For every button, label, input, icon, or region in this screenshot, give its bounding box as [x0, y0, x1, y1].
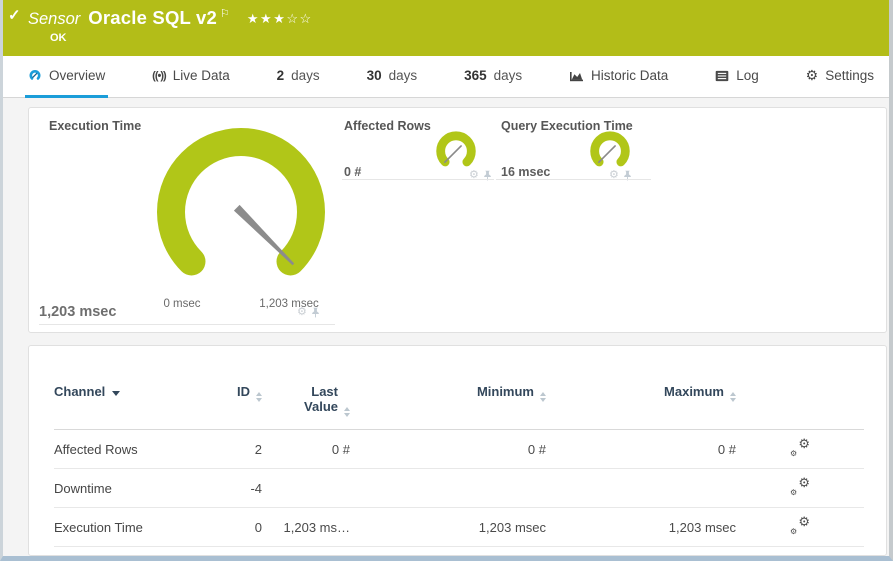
affected-rows-value: 0 #: [344, 165, 362, 179]
channel-last-value: 16 msec: [262, 546, 350, 555]
status-ok-check-icon: ✓: [8, 7, 21, 24]
status-badge: OK: [50, 32, 67, 44]
sensor-header: ✓ Sensor Oracle SQL v2 ⚐ ★★★☆☆ OK: [3, 0, 889, 56]
execution-time-gauge: [157, 128, 325, 276]
channel-name: Downtime: [54, 468, 210, 508]
table-row: Affected Rows 2 0 # 0 # 0 # ⚙ ⚙: [54, 429, 864, 469]
tab-label: days: [388, 68, 418, 83]
channel-id: -4: [210, 468, 262, 508]
sort-icon: [540, 392, 546, 402]
channel-id: 1: [210, 546, 262, 555]
channels-table: Channel ID Last Value Minimum Maximum Af…: [54, 384, 864, 555]
tab-2-days[interactable]: 2 days: [274, 56, 323, 98]
channel-id: 0: [210, 507, 262, 547]
log-icon: [715, 70, 729, 81]
column-label: Maximum: [664, 384, 724, 399]
gauge-needle: [444, 145, 462, 164]
tab-log[interactable]: Log: [712, 56, 762, 98]
channel-maximum: [546, 468, 736, 508]
tab-label: Settings: [825, 68, 874, 83]
gauge-min-label: 0 msec: [163, 298, 201, 310]
gauges-panel: Execution Time 0 msec 1,203 msec 1,203 m…: [28, 107, 887, 333]
live-data-icon: ((•)): [152, 69, 166, 82]
gauge-needle: [598, 145, 616, 164]
channel-last-value: 0 #: [262, 429, 350, 469]
gauge-title-affected-rows: Affected Rows: [344, 119, 431, 133]
tab-live-data[interactable]: ((•)) Live Data: [149, 56, 233, 98]
gauge-icon: [29, 70, 41, 80]
widget-divider: [496, 179, 651, 180]
sort-icon: [730, 392, 736, 402]
execution-time-value: 1,203 msec: [39, 304, 117, 320]
channel-maximum: 1,203 msec: [546, 507, 736, 547]
gauge-title-execution-time: Execution Time: [49, 119, 142, 133]
tab-30-days[interactable]: 30 days: [364, 56, 421, 98]
widget-divider: [342, 179, 494, 180]
widget-divider: [39, 324, 335, 325]
tab-number: 30: [366, 68, 382, 83]
column-label: Last Value: [304, 384, 338, 414]
tab-bar: Overview ((•)) Live Data 2 days 30 days …: [3, 56, 889, 98]
channel-last-value: [262, 468, 350, 508]
channel-id: 2: [210, 429, 262, 469]
historic-data-icon: [570, 71, 584, 81]
channel-minimum: 16 msec: [350, 546, 546, 555]
tab-number: 365: [464, 68, 487, 83]
channel-settings-icon[interactable]: ⚙ ⚙: [790, 436, 810, 458]
sort-icon: [344, 407, 350, 417]
column-label: Minimum: [476, 384, 534, 399]
query-execution-time-value: 16 msec: [501, 165, 551, 179]
tab-label: days: [291, 68, 320, 83]
table-header-row: Channel ID Last Value Minimum Maximum: [54, 384, 864, 430]
column-label: Channel: [54, 384, 106, 399]
tab-overview[interactable]: Overview: [25, 56, 109, 98]
column-header-last-value[interactable]: Last Value: [262, 384, 350, 430]
channel-minimum: 0 #: [350, 429, 546, 469]
sensor-title-line: Sensor Oracle SQL v2 ⚐ ★★★☆☆: [28, 7, 889, 29]
widget-gear-icon[interactable]: ⚙: [297, 307, 307, 318]
widget-actions: ⚙: [297, 307, 320, 318]
channel-settings-icon[interactable]: ⚙ ⚙: [790, 475, 810, 497]
tab-365-days[interactable]: 365 days: [461, 56, 525, 98]
column-header-settings: [736, 384, 864, 430]
column-header-id[interactable]: ID: [210, 384, 262, 430]
sensor-title: Oracle SQL v2: [88, 7, 218, 28]
column-label: ID: [237, 384, 250, 399]
tab-label: days: [493, 68, 523, 83]
gear-icon: ⚙: [805, 67, 819, 83]
channel-last-value: 1,203 ms…: [262, 507, 350, 547]
sort-icon: [256, 392, 262, 402]
table-row: Query Execution Time 1 16 msec 16 msec 1…: [54, 546, 864, 555]
channel-settings-icon[interactable]: ⚙ ⚙: [790, 514, 810, 536]
channels-panel: Channel ID Last Value Minimum Maximum Af…: [28, 345, 887, 556]
channel-name: Affected Rows: [54, 429, 210, 469]
tab-label: Overview: [49, 68, 106, 83]
tab-label: Live Data: [172, 68, 230, 83]
channel-name: Query Execution Time: [54, 546, 210, 555]
column-header-maximum[interactable]: Maximum: [546, 384, 736, 430]
table-row: Execution Time 0 1,203 ms… 1,203 msec 1,…: [54, 507, 864, 547]
tab-label: Historic Data: [591, 68, 669, 83]
tab-number: 2: [276, 68, 285, 83]
channel-name: Execution Time: [54, 507, 210, 547]
tab-label: Log: [736, 68, 759, 83]
tab-historic-data[interactable]: Historic Data: [566, 56, 671, 98]
channel-minimum: 1,203 msec: [350, 507, 546, 547]
column-header-channel[interactable]: Channel: [54, 384, 210, 430]
content-area: Execution Time 0 msec 1,203 msec 1,203 m…: [3, 98, 889, 556]
tab-settings[interactable]: ⚙ Settings: [803, 56, 877, 98]
channel-maximum: 0 #: [546, 429, 736, 469]
sort-desc-icon: [112, 391, 121, 396]
channel-maximum: 16 msec: [546, 546, 736, 555]
pin-icon[interactable]: [311, 307, 320, 318]
sensor-page: ✓ Sensor Oracle SQL v2 ⚐ ★★★☆☆ OK Overvi…: [0, 0, 893, 561]
column-header-minimum[interactable]: Minimum: [350, 384, 546, 430]
flag-icon[interactable]: ⚐: [220, 7, 230, 20]
table-row: Downtime -4 ⚙ ⚙: [54, 468, 864, 508]
sensor-kind-label: Sensor: [28, 10, 81, 28]
gauge-needle: [233, 204, 295, 266]
priority-stars[interactable]: ★★★☆☆: [247, 11, 313, 27]
channel-minimum: [350, 468, 546, 508]
